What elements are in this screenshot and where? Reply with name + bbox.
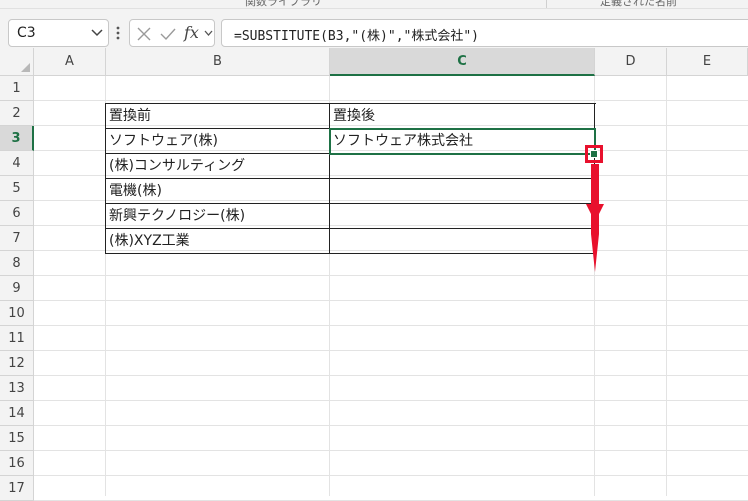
cell-b4[interactable]: (株)コンサルティング	[106, 154, 245, 178]
column-header-e[interactable]: E	[667, 48, 748, 76]
more-options-icon[interactable]	[116, 25, 120, 41]
row-header[interactable]: 4	[0, 151, 34, 176]
gridline-horizontal	[34, 325, 748, 326]
row-header[interactable]: 15	[0, 426, 34, 451]
chevron-down-icon[interactable]	[91, 29, 103, 37]
formula-input[interactable]: =SUBSTITUTE(B3,"(株)","株式会社")	[221, 19, 748, 47]
gridline-horizontal	[34, 375, 748, 376]
column-header-d[interactable]: D	[595, 48, 667, 76]
row-header[interactable]: 13	[0, 376, 34, 401]
gridline-vertical	[666, 76, 667, 496]
select-all-icon	[21, 63, 30, 72]
gridline-horizontal	[34, 300, 748, 301]
row-header[interactable]: 9	[0, 276, 34, 301]
enter-check-icon[interactable]	[160, 26, 176, 42]
fill-handle-highlight	[585, 145, 603, 163]
cell-grid[interactable]: 置換前 置換後 ソフトウェア(株) ソフトウェア株式会社 (株)コンサルティング…	[34, 76, 748, 501]
row-header[interactable]: 6	[0, 201, 34, 226]
row-header[interactable]: 3	[0, 126, 34, 151]
row-header[interactable]: 10	[0, 301, 34, 326]
chevron-down-icon[interactable]	[204, 30, 213, 37]
table-header-before[interactable]: 置換前	[106, 104, 151, 128]
cell-b6[interactable]: 新興テクノロジー(株)	[106, 204, 245, 228]
formula-text: =SUBSTITUTE(B3,"(株)","株式会社")	[234, 29, 480, 44]
row-header[interactable]: 12	[0, 351, 34, 376]
row-header[interactable]: 14	[0, 401, 34, 426]
row-header[interactable]: 11	[0, 326, 34, 351]
gridline-horizontal	[34, 425, 748, 426]
active-cell-border	[329, 128, 596, 155]
formula-controls: fx	[129, 19, 215, 47]
row-header[interactable]: 16	[0, 451, 34, 476]
gridline-horizontal	[34, 475, 748, 476]
row-header[interactable]: 2	[0, 101, 34, 126]
row-header[interactable]: 17	[0, 476, 34, 501]
table-header-after[interactable]: 置換後	[330, 104, 375, 128]
cell-b5[interactable]: 電機(株)	[106, 179, 162, 203]
row-header[interactable]: 1	[0, 76, 34, 101]
gridline-horizontal	[34, 450, 748, 451]
cell-b3[interactable]: ソフトウェア(株)	[106, 129, 218, 153]
arrow-down-icon	[586, 164, 604, 272]
gridline-horizontal	[34, 100, 748, 101]
select-all-button[interactable]	[0, 48, 34, 76]
table-border	[106, 253, 596, 254]
insert-function-button[interactable]: fx	[184, 23, 199, 42]
row-header[interactable]: 7	[0, 226, 34, 251]
name-box-value: C3	[17, 25, 36, 41]
column-header-b[interactable]: B	[106, 48, 330, 76]
gridline-horizontal	[34, 275, 748, 276]
ribbon-group-label: 関数ライブラリ	[245, 0, 322, 8]
row-header[interactable]: 8	[0, 251, 34, 276]
ribbon-strip: 関数ライブラリ 定義された名前	[0, 0, 748, 9]
ribbon-group-label: 定義された名前	[600, 0, 677, 8]
column-header-c[interactable]: C	[330, 48, 595, 76]
gridline-horizontal	[34, 350, 748, 351]
table-border	[106, 178, 596, 179]
worksheet: A B C D E 1 2 3 4 5 6 7 8 9 10 11 12 13 14 15 16 17 置換前 …	[0, 48, 748, 501]
gridline-horizontal	[34, 400, 748, 401]
name-box[interactable]: C3	[8, 19, 109, 47]
row-header[interactable]: 5	[0, 176, 34, 201]
cell-b7[interactable]: (株)XYZ工業	[106, 229, 190, 253]
ribbon-separator	[546, 0, 547, 8]
column-header-a[interactable]: A	[34, 48, 106, 76]
cancel-icon[interactable]	[136, 26, 152, 42]
